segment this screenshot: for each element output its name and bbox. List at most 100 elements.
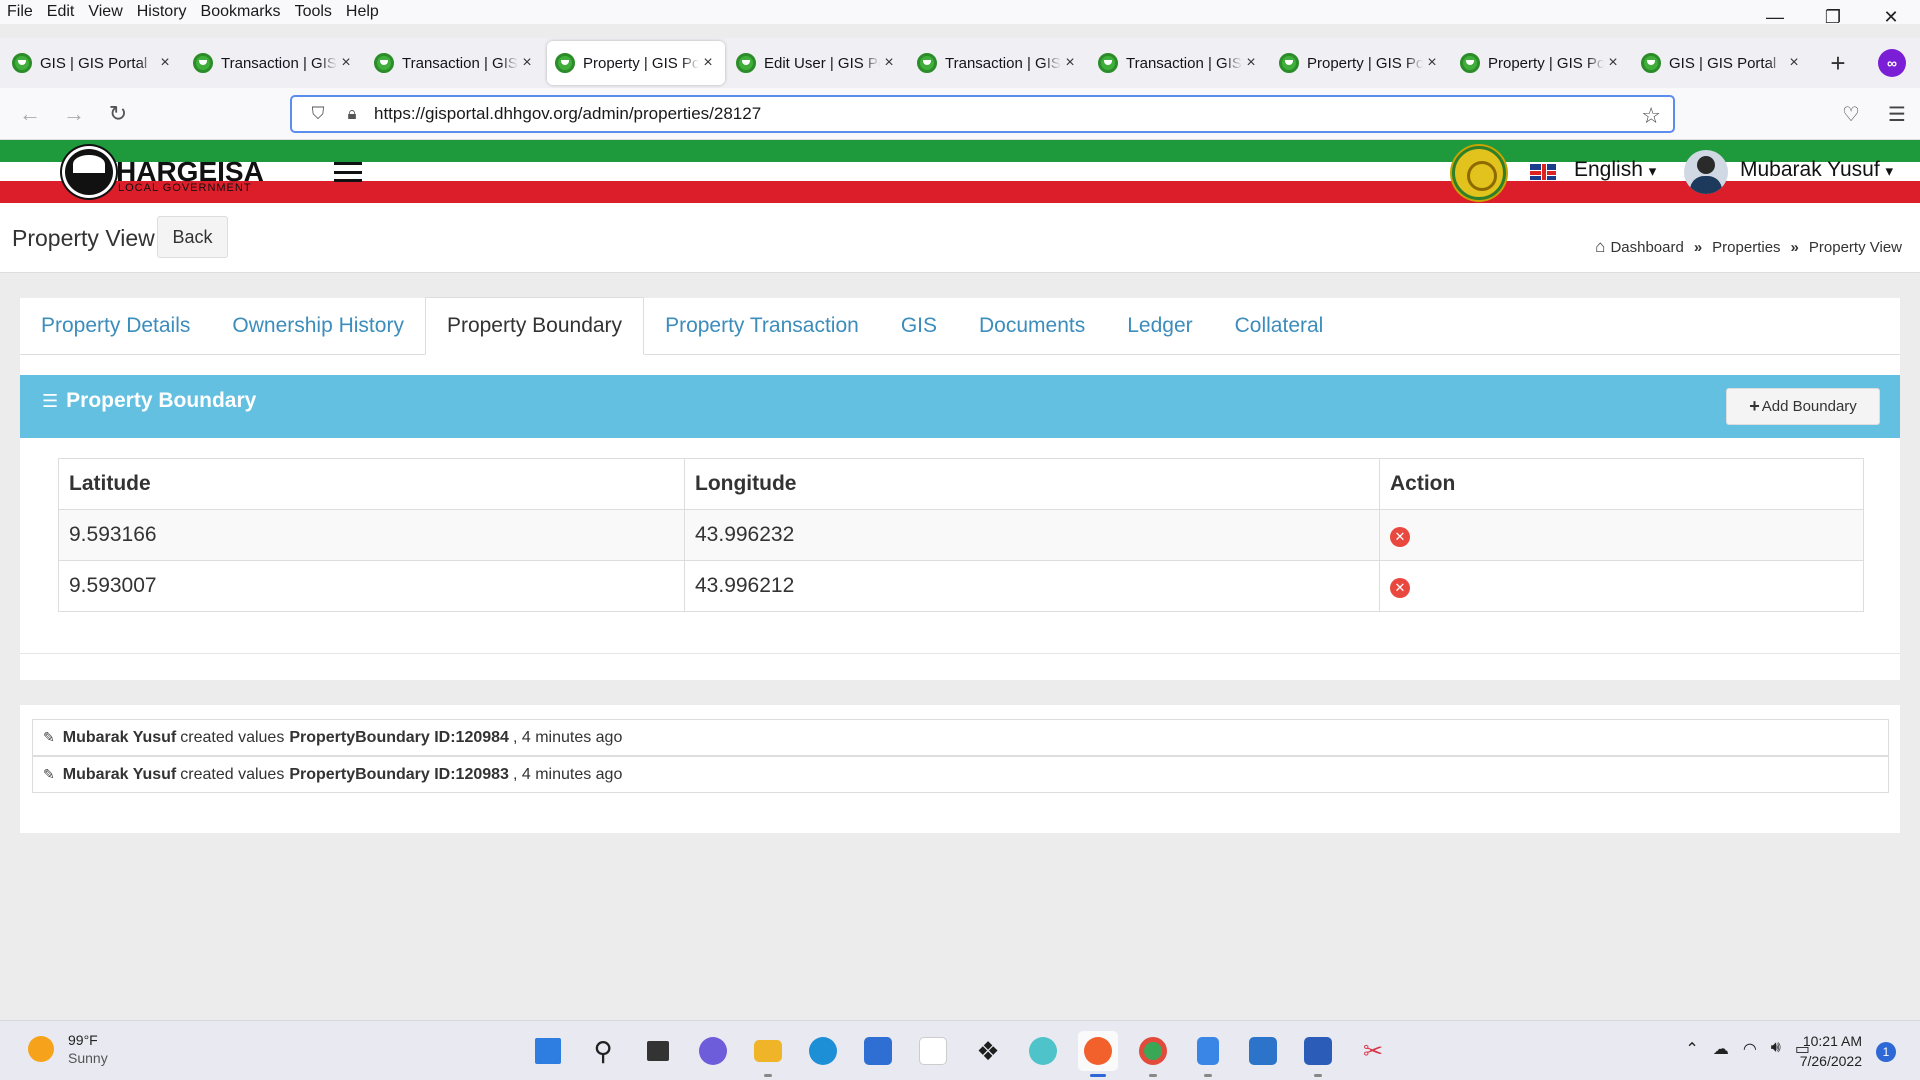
app-menu-icon[interactable]: ☰ xyxy=(1874,94,1920,134)
action-cell: ✕ xyxy=(1379,560,1864,612)
browser-tab[interactable]: Transaction | GIS Portal× xyxy=(1090,41,1268,85)
uk-flag-icon[interactable] xyxy=(1530,164,1556,180)
log-user: Mubarak Yusuf xyxy=(62,728,177,746)
breadcrumb-dashboard[interactable]: Dashboard xyxy=(1610,239,1683,256)
app-header: HARGEISA LOCAL GOVERNMENT English ▾ Muba… xyxy=(0,140,1920,203)
chevron-up-icon[interactable]: ⌃ xyxy=(1685,1039,1698,1059)
firefox-icon[interactable] xyxy=(1078,1031,1118,1077)
home-icon[interactable]: ⌂ xyxy=(1595,237,1605,257)
browser-tab[interactable]: Property | GIS Portal× xyxy=(1271,41,1449,85)
menu-view[interactable]: View xyxy=(81,3,129,21)
lock-icon[interactable]: 🔒︎ xyxy=(340,104,364,124)
url-bar[interactable]: ⛉ 🔒︎ https://gisportal.dhhgov.org/admin/… xyxy=(290,95,1675,133)
page-title: Property View xyxy=(12,225,155,251)
tab-ownership-history[interactable]: Ownership History xyxy=(211,297,425,354)
tab-property-details[interactable]: Property Details xyxy=(20,297,211,354)
word-icon[interactable] xyxy=(1298,1031,1338,1077)
back-arrow-icon[interactable]: ← xyxy=(8,94,52,134)
restore-button[interactable]: ❐ xyxy=(1804,0,1862,34)
menu-edit[interactable]: Edit xyxy=(40,3,82,21)
back-button[interactable]: Back xyxy=(157,216,228,258)
photos-icon[interactable] xyxy=(1243,1031,1283,1071)
add-boundary-button[interactable]: + Add Boundary xyxy=(1726,388,1880,425)
shield-icon[interactable]: ⛉ xyxy=(306,104,330,124)
search-icon[interactable]: ⚲ xyxy=(583,1031,623,1071)
tab-close-icon[interactable]: × xyxy=(880,54,898,72)
store-icon[interactable] xyxy=(858,1031,898,1071)
browser-tab[interactable]: Transaction | GIS Portal× xyxy=(185,41,363,85)
notepad-icon[interactable] xyxy=(1188,1031,1228,1077)
start-icon[interactable] xyxy=(528,1031,568,1071)
tab-close-icon[interactable]: × xyxy=(518,54,536,72)
tab-documents[interactable]: Documents xyxy=(958,297,1106,354)
hargeisa-logo-icon[interactable] xyxy=(62,146,116,198)
table-header-row: Latitude Longitude Action xyxy=(58,458,1864,510)
tab-close-icon[interactable]: × xyxy=(1242,54,1260,72)
bookmark-star-icon[interactable]: ☆ xyxy=(1641,103,1661,129)
menu-file[interactable]: File xyxy=(0,3,40,21)
forward-arrow-icon[interactable]: → xyxy=(52,94,96,134)
notification-badge[interactable]: 1 xyxy=(1876,1042,1896,1062)
breadcrumb-properties[interactable]: Properties xyxy=(1712,239,1780,256)
task-view-icon[interactable] xyxy=(638,1031,678,1071)
browser-tab[interactable]: Transaction | GIS Portal× xyxy=(366,41,544,85)
file-explorer-icon[interactable] xyxy=(748,1031,788,1077)
minimize-button[interactable]: — xyxy=(1746,0,1804,34)
breadcrumb-separator: » xyxy=(1790,238,1799,256)
url-text[interactable]: https://gisportal.dhhgov.org/admin/prope… xyxy=(374,104,761,124)
pocket-icon[interactable]: ♡ xyxy=(1828,94,1874,134)
list-icon: ☰ xyxy=(42,390,59,411)
tab-ledger[interactable]: Ledger xyxy=(1106,297,1213,354)
tab-close-icon[interactable]: × xyxy=(1423,54,1441,72)
tab-close-icon[interactable]: × xyxy=(1604,54,1622,72)
close-window-button[interactable]: ✕ xyxy=(1862,0,1920,34)
dropbox-icon[interactable]: ❖ xyxy=(968,1031,1008,1071)
latitude-cell: 9.593166 xyxy=(58,509,685,561)
tab-close-icon[interactable]: × xyxy=(699,54,717,72)
volume-icon[interactable]: 🔊︎ xyxy=(1771,1039,1781,1059)
snipping-tool-icon[interactable]: ✂ xyxy=(1353,1031,1393,1071)
edge-icon[interactable] xyxy=(803,1031,843,1071)
tab-close-icon[interactable]: × xyxy=(1785,54,1803,72)
chrome-icon[interactable] xyxy=(1133,1031,1173,1077)
menu-bookmarks[interactable]: Bookmarks xyxy=(194,3,288,21)
user-avatar[interactable] xyxy=(1684,150,1728,194)
weather-condition: Sunny xyxy=(68,1050,108,1066)
tab-close-icon[interactable]: × xyxy=(337,54,355,72)
tab-property-transaction[interactable]: Property Transaction xyxy=(644,297,880,354)
reload-icon[interactable]: ↻ xyxy=(96,94,140,134)
menu-tools[interactable]: Tools xyxy=(288,3,339,21)
browser-tab[interactable]: Property | GIS Portal× xyxy=(1452,41,1630,85)
breadcrumb-current: Property View xyxy=(1808,238,1902,256)
menu-help[interactable]: Help xyxy=(339,3,386,21)
extension-icon[interactable]: ∞ xyxy=(1878,49,1906,77)
tab-close-icon[interactable]: × xyxy=(156,54,174,72)
language-dropdown[interactable]: English ▾ xyxy=(1574,158,1656,182)
tab-property-boundary[interactable]: Property Boundary xyxy=(424,297,645,355)
chat-icon[interactable] xyxy=(693,1031,733,1071)
menu-history[interactable]: History xyxy=(130,3,194,21)
user-dropdown[interactable]: Mubarak Yusuf ▾ xyxy=(1740,158,1893,182)
new-tab-button[interactable]: + xyxy=(1818,43,1858,83)
tab-collateral[interactable]: Collateral xyxy=(1214,297,1345,354)
browser-tab[interactable]: GIS | GIS Portal × xyxy=(1633,41,1811,85)
browser-tab[interactable]: Edit User | GIS Portal× xyxy=(728,41,906,85)
browser-tab[interactable]: Transaction | GIS Portal× xyxy=(909,41,1087,85)
tab-close-icon[interactable]: × xyxy=(1061,54,1079,72)
logo-subtext: LOCAL GOVERNMENT xyxy=(118,182,252,194)
onedrive-icon[interactable]: ☁ xyxy=(1713,1039,1729,1059)
system-tray: ⌃ ☁ ◠ 🔊︎ ▭ xyxy=(1671,1039,1810,1059)
delete-icon[interactable]: ✕ xyxy=(1390,527,1410,547)
browser-tab[interactable]: GIS | GIS Portal × xyxy=(4,41,182,85)
browser-tab-active[interactable]: Property | GIS Portal× xyxy=(547,41,725,85)
log-action: created values xyxy=(180,765,285,783)
caret-down-icon: ▾ xyxy=(1885,163,1894,180)
messaging-icon[interactable] xyxy=(1023,1031,1063,1071)
tab-gis[interactable]: GIS xyxy=(880,297,958,354)
wifi-icon[interactable]: ◠ xyxy=(1743,1039,1757,1059)
amazon-icon[interactable] xyxy=(913,1031,953,1071)
delete-icon[interactable]: ✕ xyxy=(1390,578,1410,598)
weather-widget[interactable]: 99°F Sunny xyxy=(28,1031,108,1067)
hamburger-menu-icon[interactable] xyxy=(334,162,362,182)
clock[interactable]: 10:21 AM 7/26/2022 xyxy=(1800,1031,1862,1071)
